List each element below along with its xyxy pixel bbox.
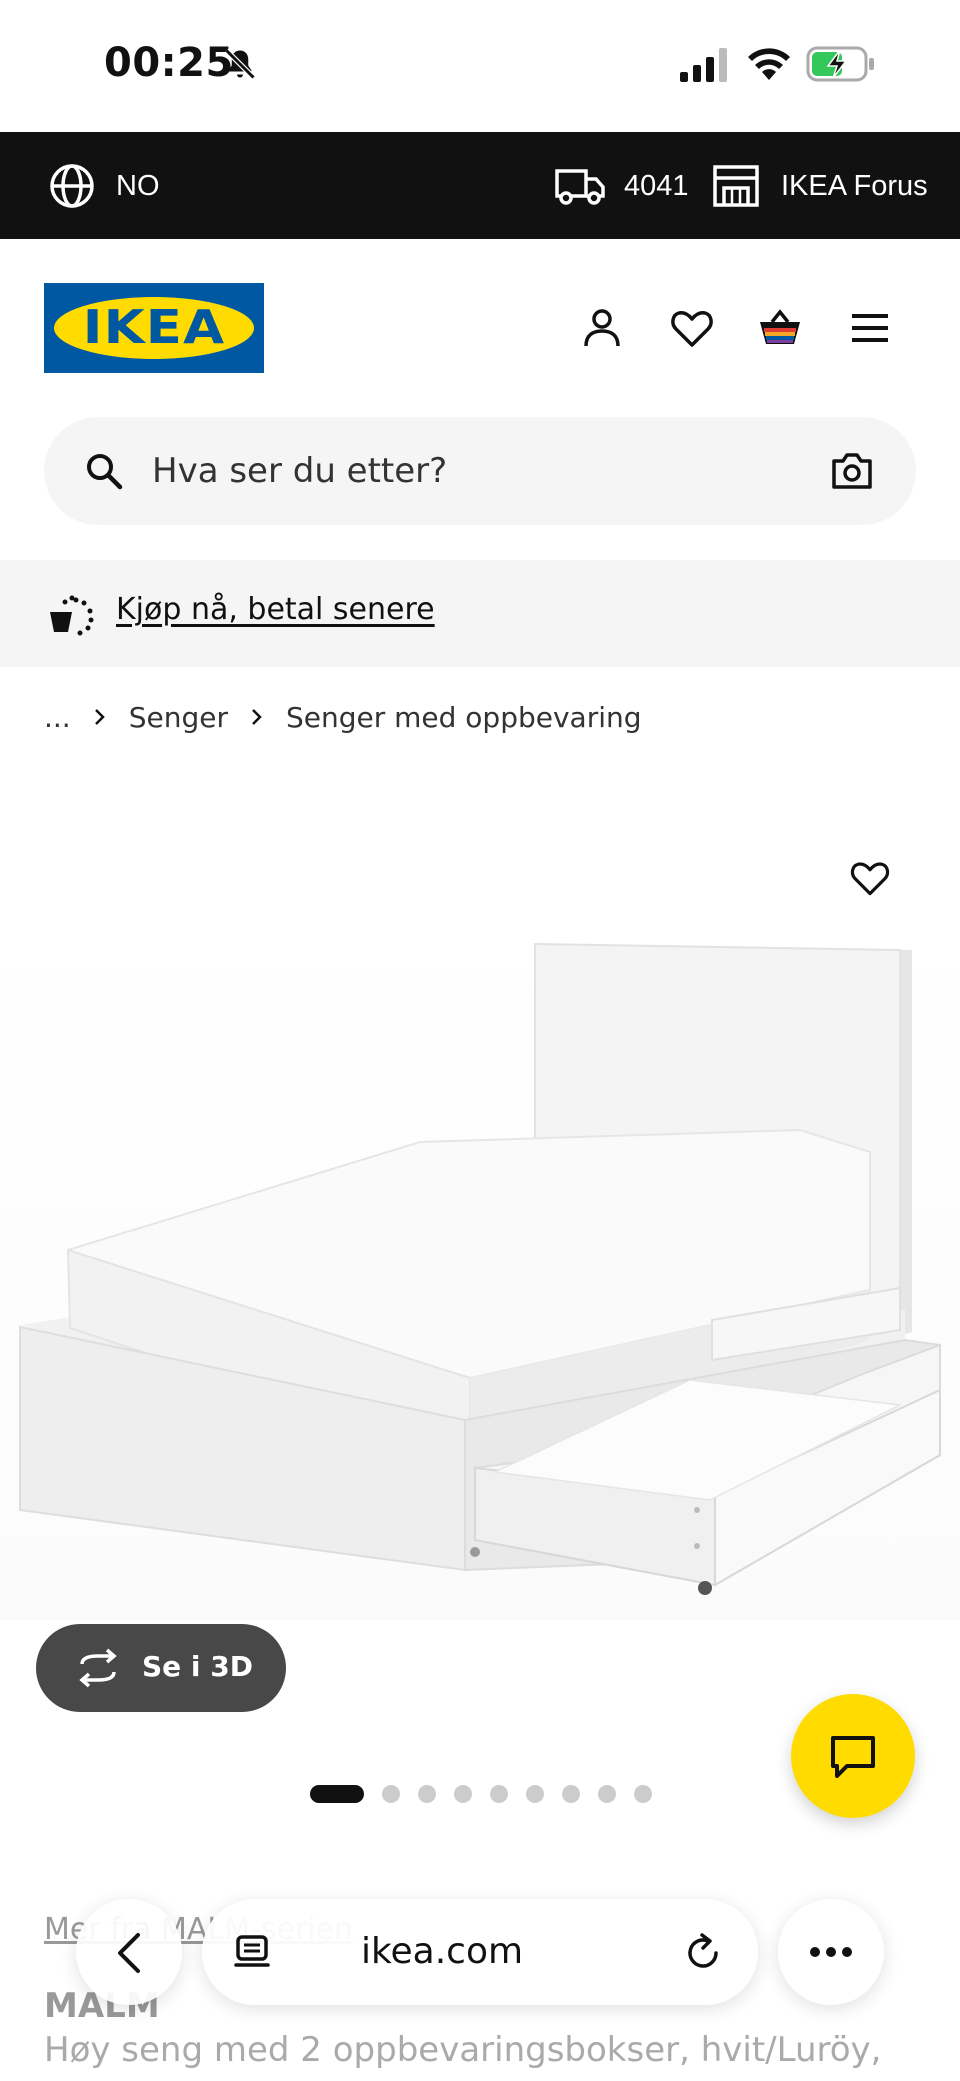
breadcrumb: ... Senger Senger med oppbevaring bbox=[44, 697, 642, 737]
more-dots-icon bbox=[810, 1947, 852, 1957]
image-gallery-dots bbox=[310, 1782, 670, 1806]
store-icon[interactable] bbox=[712, 164, 760, 208]
status-time: 00:25 bbox=[104, 40, 234, 86]
camera-search-icon[interactable] bbox=[830, 449, 874, 493]
pay-later-icon bbox=[50, 595, 94, 636]
pay-later-link[interactable]: Kjøp nå, betal senere bbox=[116, 592, 435, 627]
battery-charging-icon bbox=[806, 46, 874, 82]
logo-text: IKEA bbox=[82, 300, 226, 354]
gallery-dot[interactable] bbox=[418, 1785, 436, 1803]
browser-back-button[interactable] bbox=[76, 1899, 182, 2005]
bell-muted-icon bbox=[224, 48, 256, 80]
hamburger-menu-icon[interactable] bbox=[846, 304, 894, 352]
heart-icon[interactable] bbox=[668, 304, 716, 352]
gallery-dot[interactable] bbox=[598, 1785, 616, 1803]
chevron-right-icon bbox=[94, 709, 105, 725]
gallery-dot[interactable] bbox=[562, 1785, 580, 1803]
gallery-dot[interactable] bbox=[490, 1785, 508, 1803]
breadcrumb-ellipsis[interactable]: ... bbox=[44, 701, 71, 734]
gallery-dot[interactable] bbox=[526, 1785, 544, 1803]
gallery-dot[interactable] bbox=[382, 1785, 400, 1803]
search-input[interactable] bbox=[152, 447, 752, 495]
gallery-dot[interactable] bbox=[634, 1785, 652, 1803]
rotate-3d-icon bbox=[79, 1648, 117, 1688]
globe-icon[interactable] bbox=[48, 162, 96, 210]
product-image[interactable] bbox=[0, 920, 960, 1620]
view-in-3d-label: Se i 3D bbox=[142, 1650, 253, 1683]
chevron-left-icon bbox=[118, 1933, 140, 1973]
product-description: Høy seng med 2 oppbevaringsbokser, hvit/… bbox=[44, 2030, 882, 2070]
wifi-icon bbox=[748, 48, 790, 80]
chat-icon bbox=[831, 1736, 875, 1778]
address-bar[interactable]: ikea.com bbox=[202, 1899, 758, 2005]
url-text[interactable]: ikea.com bbox=[302, 1931, 582, 1972]
chevron-right-icon bbox=[252, 709, 262, 725]
gallery-dot[interactable] bbox=[454, 1785, 472, 1803]
profile-icon[interactable] bbox=[578, 304, 626, 352]
breadcrumb-item-senger[interactable]: Senger bbox=[129, 701, 228, 734]
reader-tabs-icon[interactable] bbox=[232, 1933, 272, 1973]
status-bar: 00:25 bbox=[0, 0, 960, 132]
breadcrumb-item-senger-med-oppbevaring[interactable]: Senger med oppbevaring bbox=[286, 701, 642, 734]
shopping-bag-icon[interactable] bbox=[756, 304, 804, 352]
chat-button[interactable] bbox=[791, 1694, 915, 1818]
reload-icon[interactable] bbox=[682, 1931, 724, 1973]
add-to-favourites-icon[interactable] bbox=[848, 856, 892, 900]
gallery-dot-active[interactable] bbox=[310, 1785, 364, 1803]
store-selector[interactable]: IKEA Forus bbox=[781, 170, 928, 203]
promo-bar: Kjøp nå, betal senere bbox=[0, 560, 960, 667]
view-in-3d-button[interactable]: Se i 3D bbox=[36, 1624, 286, 1712]
postal-code[interactable]: 4041 bbox=[624, 170, 689, 203]
browser-more-button[interactable] bbox=[778, 1899, 884, 2005]
ikea-logo[interactable]: IKEA bbox=[44, 283, 264, 373]
top-bar: NO 4041 IKEA Forus bbox=[0, 132, 960, 239]
cellular-signal-icon bbox=[680, 48, 727, 82]
country-selector[interactable]: NO bbox=[116, 170, 160, 203]
search-box[interactable] bbox=[44, 417, 916, 525]
search-icon bbox=[87, 454, 123, 490]
delivery-truck-icon[interactable] bbox=[554, 166, 606, 206]
